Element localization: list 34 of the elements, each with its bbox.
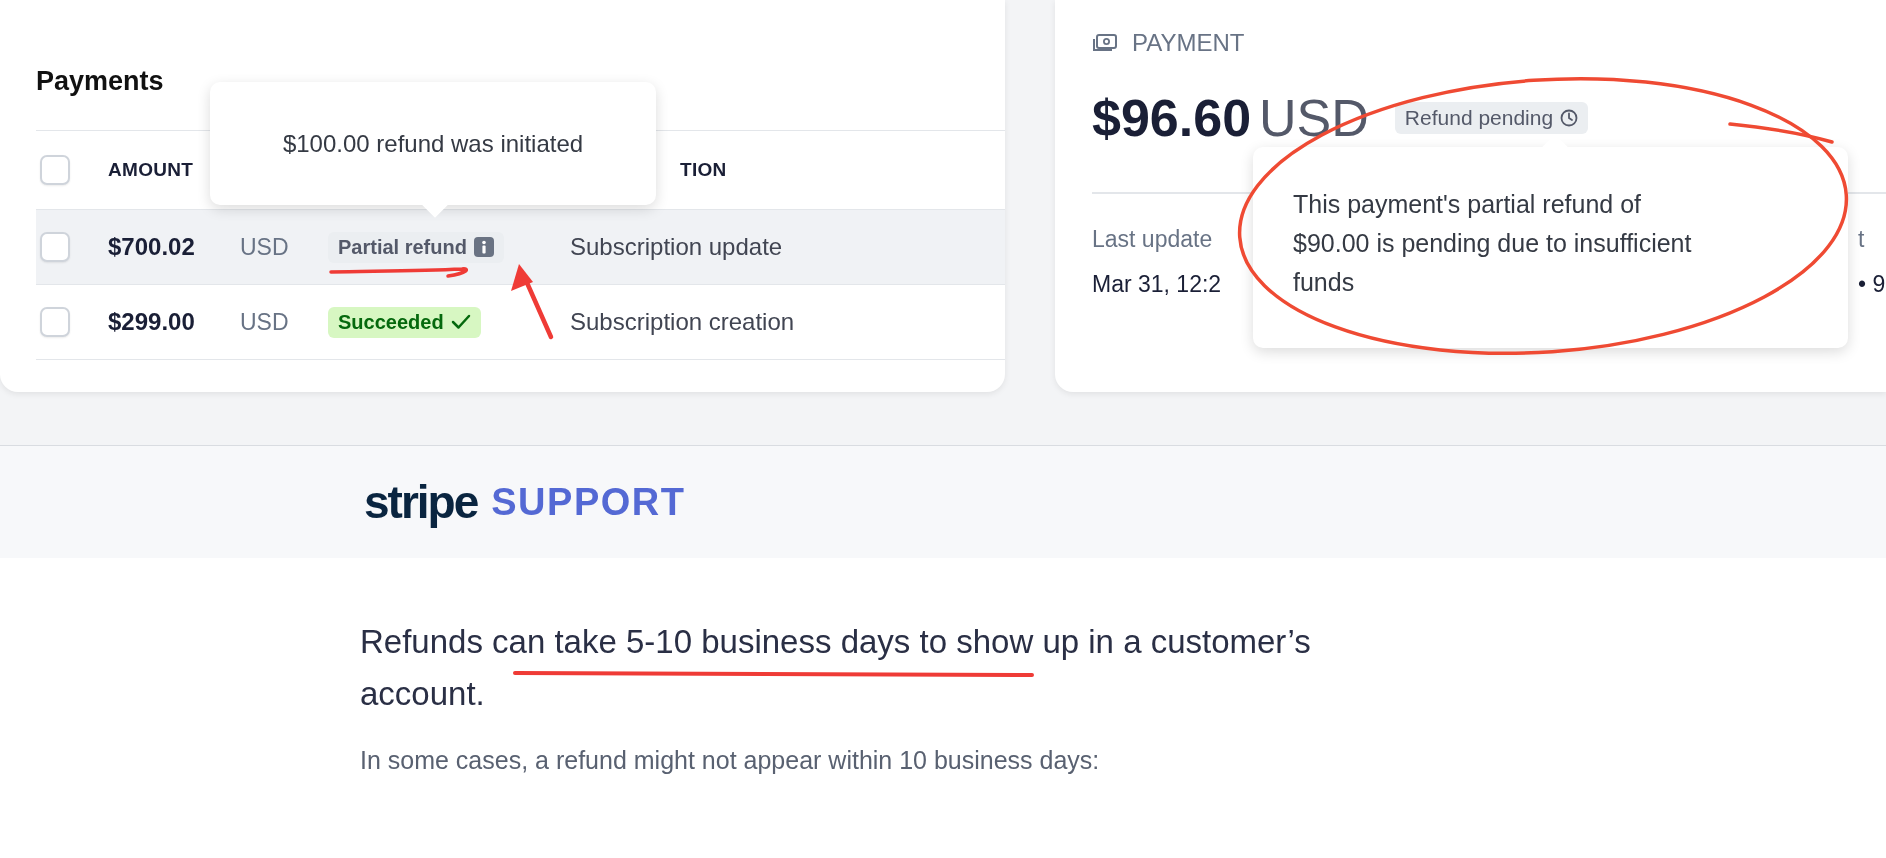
- tooltip-text: This payment's partial refund of $90.00 is pending due to insufficient funds: [1293, 189, 1693, 298]
- amount-cell-text: $700.02: [108, 233, 196, 261]
- description-cell-text: Subscription update: [570, 233, 784, 261]
- clock-icon: [1560, 109, 1579, 127]
- paragraph: In some cases, a refund might not appear within 10 business days:: [360, 746, 1101, 775]
- site-section-title: SUPPORT: [491, 480, 686, 524]
- detail-value: Mar 31, 12:2: [1092, 270, 1222, 298]
- checkbox[interactable]: [40, 232, 70, 262]
- detail-label: Last update: [1092, 225, 1213, 253]
- status-badge: Refund pending: [1394, 102, 1589, 134]
- table-row[interactable]: $700.02 USD Partial refund Subscription update: [36, 210, 1005, 285]
- column-header: AMOUNT: [108, 159, 195, 181]
- tooltip-text: $100.00 refund was initiated: [282, 129, 584, 158]
- detail-value: • 9: [1858, 270, 1886, 298]
- payment-amount: $96.60: [1092, 88, 1252, 148]
- column-header: TION: [679, 159, 728, 181]
- currency-cell-text: USD: [240, 308, 290, 336]
- table-row[interactable]: $299.00 USD Succeeded Subscription creation: [36, 285, 1005, 360]
- status-badge: Partial refund: [328, 231, 504, 263]
- amount-cell-text: $299.00: [108, 308, 196, 336]
- check-icon: [450, 314, 471, 330]
- detail-label: t: [1858, 225, 1865, 253]
- info-icon: [473, 237, 494, 257]
- payment-currency: USD: [1259, 88, 1369, 148]
- checkbox[interactable]: [40, 307, 70, 337]
- section-label: PAYMENT: [1132, 29, 1245, 57]
- lead-paragraph: Refunds can take 5-10 business days to show up in a customer’s account.: [360, 622, 1312, 714]
- card-title: Payments: [36, 65, 164, 98]
- currency-cell-text: USD: [240, 233, 290, 261]
- cash-icon: [1092, 33, 1118, 53]
- checkbox[interactable]: [40, 155, 70, 185]
- status-badge: Succeeded: [328, 306, 481, 338]
- logo[interactable]: stripe: [364, 475, 478, 529]
- description-cell-text: Subscription creation: [570, 308, 796, 336]
